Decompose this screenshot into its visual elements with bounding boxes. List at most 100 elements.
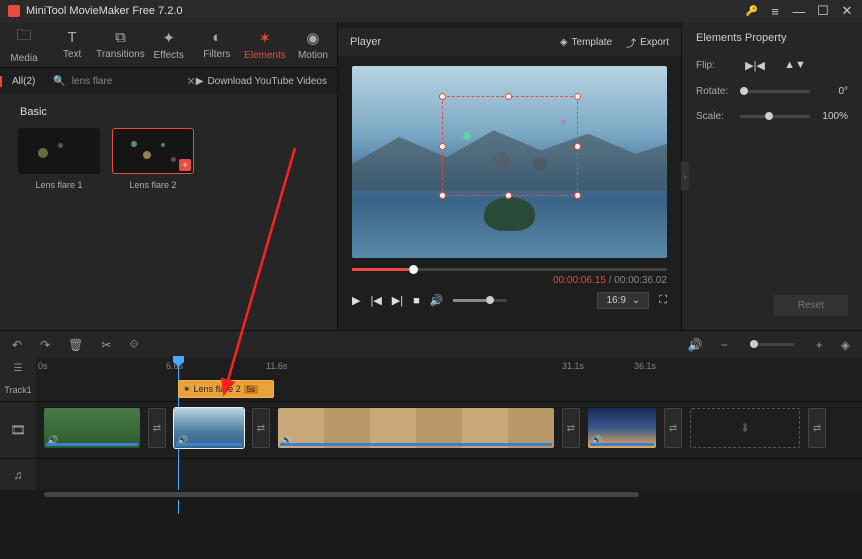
video-clip-1[interactable]: 🔊 bbox=[44, 408, 140, 448]
split-button[interactable]: ✂ bbox=[101, 338, 111, 352]
player-progress[interactable] bbox=[352, 268, 667, 271]
resize-handle-ne[interactable] bbox=[574, 93, 581, 100]
player-title: Player bbox=[350, 36, 381, 48]
transitions-icon: ⧉ bbox=[115, 29, 126, 46]
element-clip-label: Lens flare 2 bbox=[194, 384, 241, 394]
timeline-ruler[interactable]: 0s 6.6s 11.6s 31.1s 36.1s bbox=[36, 358, 862, 378]
tab-filters[interactable]: ◐Filters bbox=[193, 22, 241, 67]
timeline-grip-icon[interactable]: ☰ bbox=[14, 363, 23, 374]
clip-volume-icon[interactable]: 🔊 bbox=[281, 435, 292, 446]
tab-media[interactable]: 🗀Media bbox=[0, 22, 48, 67]
transition-slot-2[interactable]: ⇄ bbox=[252, 408, 270, 448]
progress-handle[interactable] bbox=[409, 265, 418, 274]
elements-grid: Basic Lens flare 1 + bbox=[0, 94, 337, 330]
tab-elements[interactable]: ✶Elements bbox=[241, 22, 289, 67]
resize-handle-nw[interactable] bbox=[439, 93, 446, 100]
crop-button[interactable]: ⟐ bbox=[129, 337, 138, 352]
resize-handle-se[interactable] bbox=[574, 192, 581, 199]
collapse-panel-icon[interactable]: › bbox=[681, 162, 689, 190]
tab-text[interactable]: TText bbox=[48, 22, 96, 67]
zoom-out-button[interactable]: − bbox=[721, 338, 728, 352]
app-logo bbox=[8, 5, 20, 17]
audio-icon[interactable]: 🔊 bbox=[688, 338, 703, 352]
filter-all[interactable]: All(2) bbox=[0, 76, 45, 87]
aspect-ratio-select[interactable]: 16:9 ⌄ bbox=[597, 292, 649, 309]
element-clip[interactable]: ✶ Lens flare 2 5s bbox=[178, 380, 274, 398]
tab-motion[interactable]: ◉Motion bbox=[289, 22, 337, 67]
resize-handle-n[interactable] bbox=[505, 93, 512, 100]
video-clip-2[interactable]: 🔊 bbox=[174, 408, 244, 448]
element-thumb-label: Lens flare 2 bbox=[112, 180, 194, 190]
redo-button[interactable]: ↷ bbox=[40, 338, 50, 352]
video-clip-4[interactable]: 🔊 bbox=[588, 408, 656, 448]
ruler-tick: 0s bbox=[38, 361, 48, 371]
tab-transitions-label: Transitions bbox=[96, 49, 145, 60]
ruler-tick: 36.1s bbox=[634, 361, 656, 371]
license-key-icon[interactable]: 🔑 bbox=[746, 6, 758, 17]
resize-handle-e[interactable] bbox=[574, 143, 581, 150]
minimize-icon[interactable]: — bbox=[792, 4, 806, 19]
hamburger-menu-icon[interactable]: ≡ bbox=[768, 4, 782, 19]
resize-handle-w[interactable] bbox=[439, 143, 446, 150]
timeline-zoom-slider[interactable] bbox=[750, 343, 794, 346]
rotate-slider[interactable] bbox=[740, 90, 810, 93]
preview-canvas[interactable] bbox=[352, 66, 667, 258]
delete-button[interactable]: 🗑 bbox=[68, 338, 83, 352]
download-youtube-label: Download YouTube Videos bbox=[207, 76, 327, 87]
add-element-icon[interactable]: + bbox=[179, 159, 191, 171]
zoom-fit-button[interactable]: ◈ bbox=[841, 338, 850, 352]
timeline-scrollbar[interactable] bbox=[36, 490, 862, 500]
scale-slider[interactable] bbox=[740, 115, 810, 118]
app-title: MiniTool MovieMaker Free 7.2.0 bbox=[26, 5, 183, 17]
element-thumb-lens-flare-1[interactable]: Lens flare 1 bbox=[18, 128, 100, 190]
prev-frame-button[interactable]: |◀ bbox=[370, 294, 381, 307]
element-selection-box[interactable] bbox=[442, 96, 578, 196]
volume-slider[interactable] bbox=[453, 299, 507, 302]
download-youtube-button[interactable]: ▶ Download YouTube Videos bbox=[196, 76, 337, 87]
tab-effects[interactable]: ✦Effects bbox=[145, 22, 193, 67]
tab-effects-label: Effects bbox=[154, 50, 184, 61]
export-button[interactable]: ⤴ Export bbox=[626, 35, 669, 50]
volume-icon[interactable]: 🔊 bbox=[430, 294, 444, 307]
resize-handle-sw[interactable] bbox=[439, 192, 446, 199]
empty-media-slot[interactable]: ⬇ bbox=[690, 408, 800, 448]
tab-transitions[interactable]: ⧉ Transitions bbox=[96, 22, 145, 67]
track-head-1: Track1 bbox=[0, 378, 36, 401]
zoom-in-button[interactable]: + bbox=[816, 338, 823, 352]
transition-slot-4[interactable]: ⇄ bbox=[664, 408, 682, 448]
undo-button[interactable]: ↶ bbox=[12, 338, 22, 352]
clear-search-icon[interactable]: ✕ bbox=[187, 75, 196, 88]
motion-icon: ◉ bbox=[306, 29, 319, 47]
scale-label: Scale: bbox=[696, 111, 740, 122]
template-button[interactable]: ◈ Template bbox=[560, 35, 612, 50]
audio-track-body[interactable] bbox=[36, 459, 862, 490]
close-icon[interactable]: ✕ bbox=[840, 3, 854, 19]
ruler-tick: 31.1s bbox=[562, 361, 584, 371]
clip-volume-icon[interactable]: 🔊 bbox=[47, 435, 58, 446]
video-clip-3[interactable]: 🔊 bbox=[278, 408, 554, 448]
time-total: / 00:00:36.02 bbox=[609, 275, 667, 286]
transition-slot-5[interactable]: ⇄ bbox=[808, 408, 826, 448]
flip-horizontal-button[interactable]: ▶|◀ bbox=[745, 58, 765, 72]
maximize-icon[interactable]: ☐ bbox=[816, 3, 830, 19]
fullscreen-button[interactable]: ⛶ bbox=[659, 294, 667, 307]
reset-button[interactable]: Reset bbox=[774, 295, 848, 316]
stop-button[interactable]: ■ bbox=[413, 295, 420, 307]
element-thumb-lens-flare-2[interactable]: + Lens flare 2 bbox=[112, 128, 194, 190]
export-icon: ⤴ bbox=[626, 35, 636, 50]
chevron-down-icon: ⌄ bbox=[632, 295, 640, 306]
export-label: Export bbox=[640, 37, 669, 48]
search-input[interactable]: lens flare bbox=[72, 76, 113, 87]
clip-volume-icon[interactable]: 🔊 bbox=[177, 435, 188, 446]
play-button[interactable]: ▶ bbox=[352, 294, 360, 307]
flip-label: Flip: bbox=[696, 60, 740, 71]
transition-slot-3[interactable]: ⇄ bbox=[562, 408, 580, 448]
youtube-icon: ▶ bbox=[196, 76, 204, 87]
next-frame-button[interactable]: ▶| bbox=[392, 294, 403, 307]
resize-handle-s[interactable] bbox=[505, 192, 512, 199]
flip-vertical-button[interactable]: ▲▼ bbox=[785, 58, 805, 72]
category-label: Basic bbox=[20, 106, 319, 118]
clip-volume-icon[interactable]: 🔊 bbox=[591, 435, 602, 446]
transition-slot-1[interactable]: ⇄ bbox=[148, 408, 166, 448]
video-track-icon: 🎞 bbox=[10, 423, 25, 437]
